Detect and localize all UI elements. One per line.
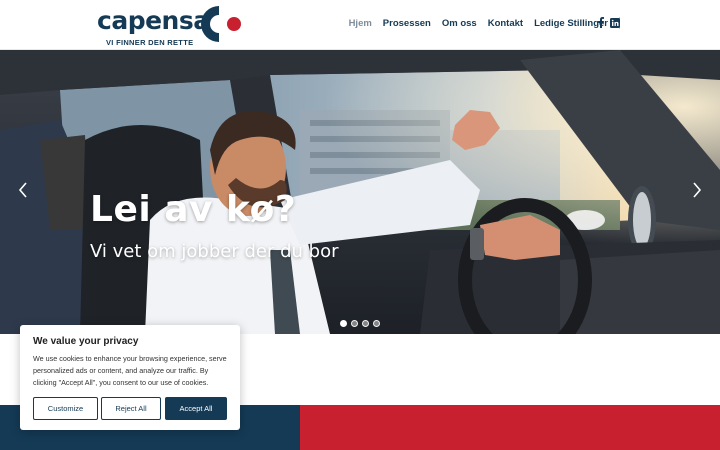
- cookie-title: We value your privacy: [33, 336, 139, 347]
- nav-item-om-oss[interactable]: Om oss: [442, 18, 477, 29]
- cookie-consent-banner: We value your privacy We use cookies to …: [20, 325, 240, 430]
- cookie-text: We use cookies to enhance your browsing …: [33, 354, 227, 387]
- logo[interactable]: capensa VI FINNER DEN RETTE: [97, 4, 247, 48]
- slider-dot[interactable]: [362, 320, 369, 327]
- logo-mark-icon: [201, 6, 241, 42]
- hero-slider: Lei av kø? Vi vet om jobber der du bor: [0, 50, 720, 334]
- logo-wordmark: capensa: [97, 6, 210, 35]
- logo-tagline: VI FINNER DEN RETTE: [106, 38, 194, 47]
- hero-subtitle: Vi vet om jobber der du bor: [90, 241, 339, 262]
- accept-all-button[interactable]: Accept All: [165, 397, 227, 420]
- section-block-red: [300, 405, 720, 450]
- slider-dot[interactable]: [340, 320, 347, 327]
- reject-all-button[interactable]: Reject All: [101, 397, 161, 420]
- linkedin-icon[interactable]: [610, 17, 620, 28]
- nav-item-prosessen[interactable]: Prosessen: [383, 18, 431, 29]
- site-header: capensa VI FINNER DEN RETTE Hjem Prosess…: [0, 0, 720, 50]
- nav-item-hjem[interactable]: Hjem: [349, 18, 372, 29]
- slider-dot[interactable]: [373, 320, 380, 327]
- chevron-right-icon[interactable]: [690, 181, 704, 199]
- customize-button[interactable]: Customize: [33, 397, 98, 420]
- page: capensa VI FINNER DEN RETTE Hjem Prosess…: [0, 0, 720, 450]
- main-nav: Hjem Prosessen Om oss Kontakt Ledige Sti…: [338, 17, 620, 29]
- nav-item-kontakt[interactable]: Kontakt: [488, 18, 523, 29]
- hero-title: Lei av kø?: [90, 189, 297, 230]
- chevron-left-icon[interactable]: [16, 181, 30, 199]
- slider-dots: [340, 320, 384, 327]
- slider-dot[interactable]: [351, 320, 358, 327]
- facebook-icon[interactable]: [596, 17, 606, 28]
